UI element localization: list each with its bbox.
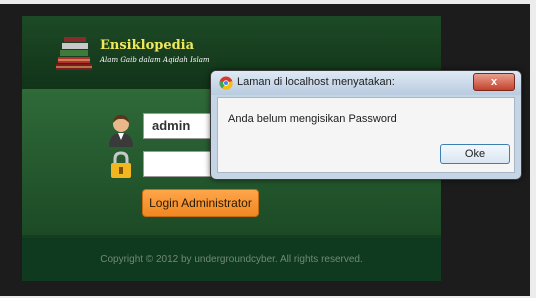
footer-copyright: Copyright © 2012 by undergroundcyber. Al…: [22, 238, 441, 281]
close-icon: x: [490, 76, 498, 88]
logo-title: Ensiklopedia: [100, 38, 195, 53]
user-avatar-icon: [109, 115, 133, 147]
dialog-titlebar[interactable]: Laman di localhost menyatakan: x: [211, 71, 521, 95]
close-button[interactable]: x: [473, 73, 515, 91]
dialog-title: Laman di localhost menyatakan:: [237, 76, 395, 88]
padlock-icon: [111, 151, 131, 178]
login-administrator-button[interactable]: Login Administrator: [142, 189, 259, 217]
username-input[interactable]: admin: [143, 113, 213, 139]
ok-button[interactable]: Oke: [440, 144, 510, 164]
chrome-icon: [219, 76, 233, 90]
dialog-message: Anda belum mengisikan Password: [228, 113, 397, 125]
alert-dialog: Laman di localhost menyatakan: x Anda be…: [210, 70, 522, 180]
books-icon: [56, 37, 92, 70]
logo-subtitle: Alam Gaib dalam Aqidah Islam: [100, 56, 210, 64]
password-input[interactable]: [143, 151, 213, 177]
dialog-body: Anda belum mengisikan Password Oke: [217, 97, 515, 173]
